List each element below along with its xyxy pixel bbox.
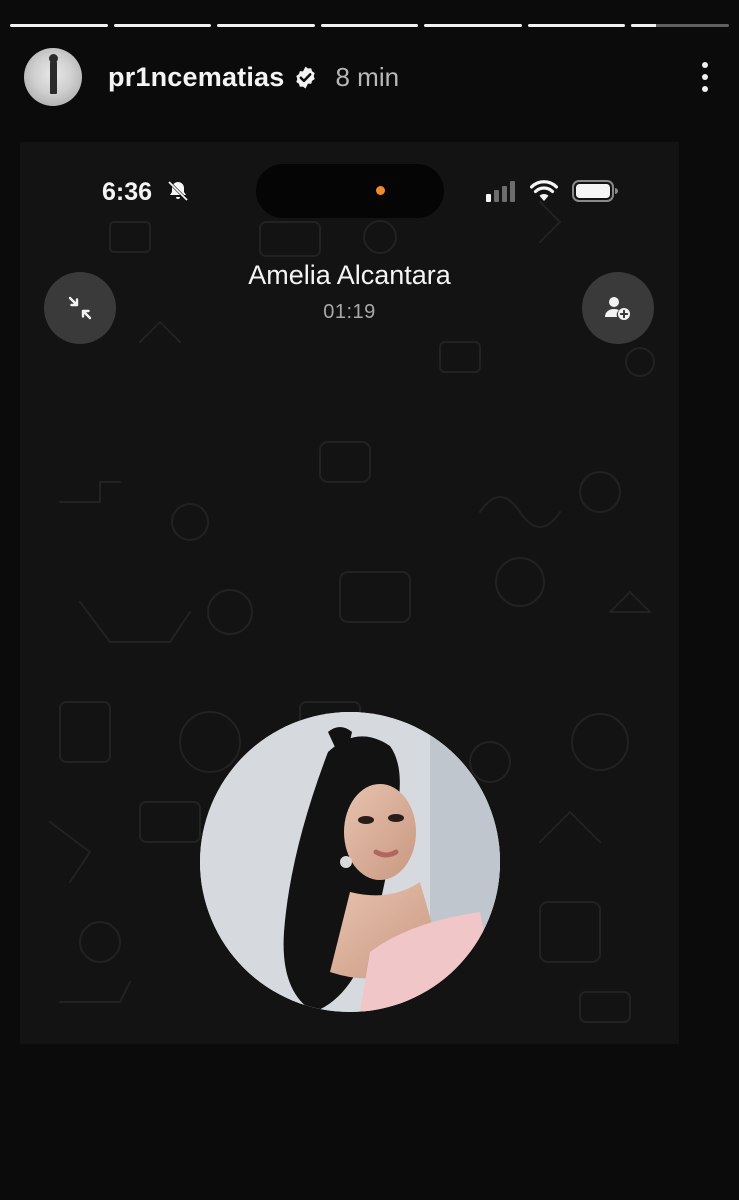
- bell-slash-icon: [167, 180, 189, 202]
- status-time: 6:36: [102, 178, 153, 206]
- story-progress-segment: [320, 24, 419, 27]
- contact-profile-photo: [200, 712, 500, 1012]
- wifi-icon: [530, 180, 558, 201]
- verified-badge-icon: [295, 66, 315, 88]
- avatar[interactable]: [24, 48, 82, 106]
- cellular-signal-icon: [486, 181, 515, 202]
- story-progress-segment: [424, 24, 522, 27]
- more-options-icon[interactable]: [695, 57, 715, 97]
- contact-name: Amelia Alcantara: [248, 260, 451, 290]
- story-progress-segment: [631, 24, 730, 27]
- story-progress-segment: [527, 24, 626, 27]
- call-header: Amelia Alcantara 01:19: [20, 260, 679, 324]
- post-time: 8 min: [335, 61, 400, 92]
- call-duration: 01:19: [323, 301, 376, 323]
- story-progress-bar: [10, 24, 730, 28]
- portrait-illustration: [200, 712, 500, 1012]
- story-progress-segment: [113, 24, 212, 27]
- add-participant-button[interactable]: [582, 272, 654, 344]
- story-progress-segment: [10, 24, 108, 27]
- story-progress-segment: [217, 24, 315, 27]
- status-bar: 6:36: [20, 164, 679, 218]
- battery-icon: [572, 180, 618, 202]
- dynamic-island: [256, 164, 444, 218]
- call-screenshot: 6:36 Amelia Alcantara 01:19: [20, 142, 679, 1044]
- story-header: pr1ncematias 8 min: [24, 46, 715, 108]
- add-person-icon: [605, 297, 630, 320]
- username[interactable]: pr1ncematias: [108, 62, 285, 93]
